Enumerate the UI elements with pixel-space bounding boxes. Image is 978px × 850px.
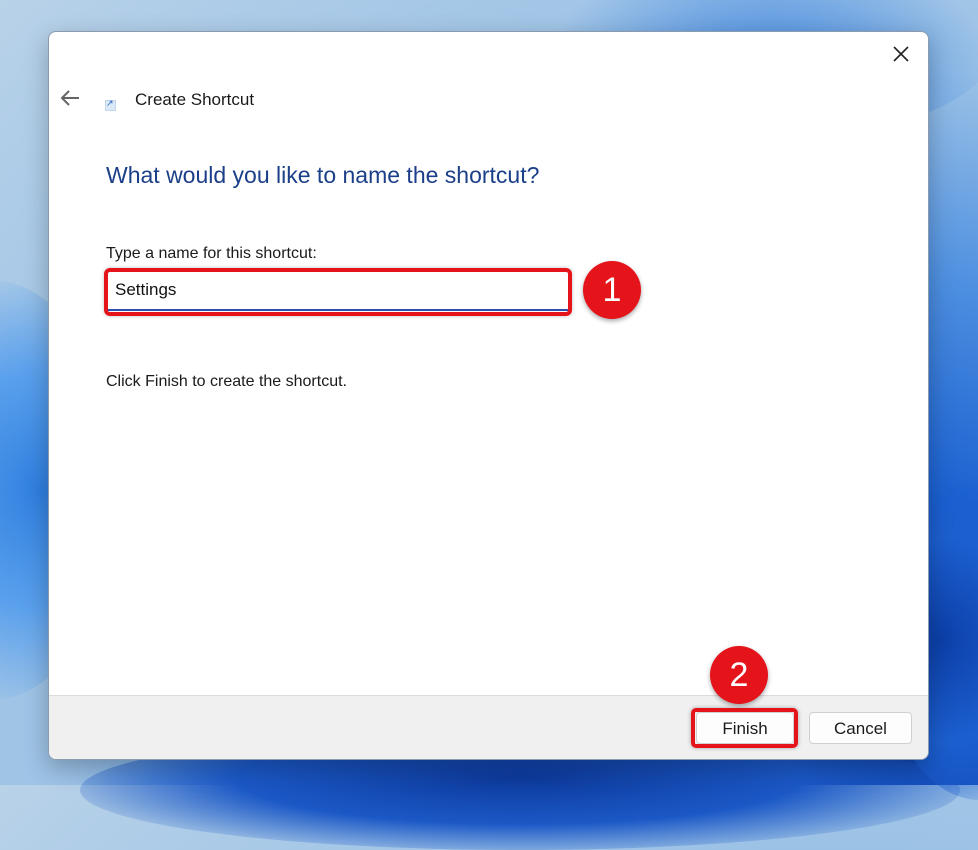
window-title: Create Shortcut [135,90,255,109]
dialog-footer: Finish Cancel [49,695,928,759]
name-field-label: Type a name for this shortcut: [106,245,317,262]
arrow-left-icon [60,90,79,106]
page-heading: What would you like to name the shortcut… [106,162,540,188]
cancel-button[interactable]: Cancel [809,712,912,744]
create-shortcut-dialog: Create Shortcut What would you like to n… [48,31,929,760]
name-input[interactable] [107,271,569,311]
close-button[interactable] [888,41,914,67]
annotation-badge-1: 1 [583,261,641,319]
annotation-badge-2: 2 [710,646,768,704]
finish-button[interactable]: Finish [696,712,794,744]
shortcut-icon [105,98,116,111]
info-text: Click Finish to create the shortcut. [106,373,347,390]
back-button[interactable] [59,88,83,108]
close-icon [893,46,909,62]
